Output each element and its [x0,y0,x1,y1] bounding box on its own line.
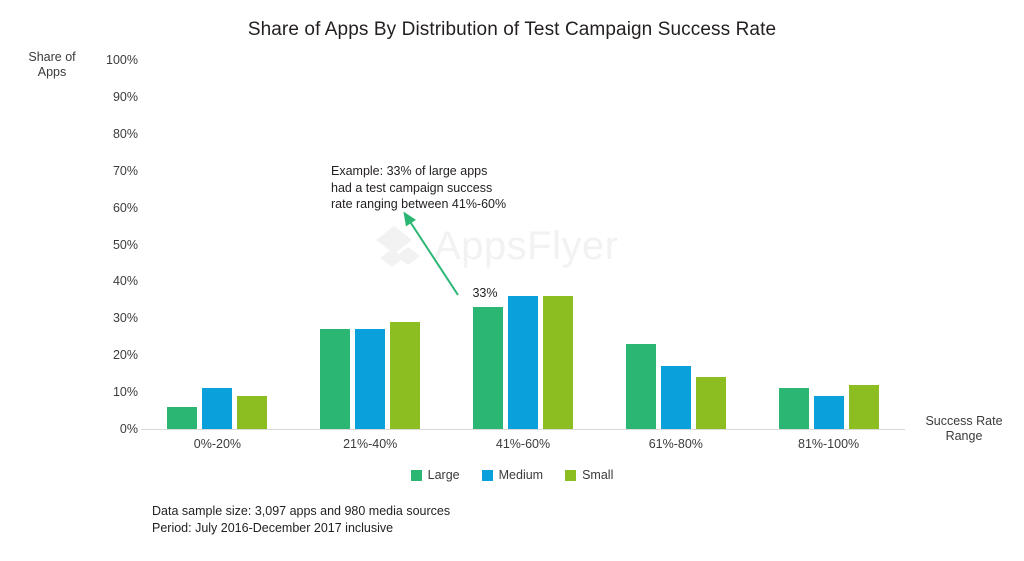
footnote-period: Period: July 2016-December 2017 inclusiv… [152,521,394,535]
y-tick-label: 80% [112,126,138,141]
annotation-line-3: rate ranging between 41%-60% [331,197,507,211]
bar-medium[interactable] [202,388,233,429]
y-tick-label: 10% [112,385,138,400]
y-tick-label: 20% [112,348,138,363]
bar-medium[interactable] [507,296,538,429]
annotation-line-1: Example: 33% of large apps [331,164,488,178]
y-tick-label: 100% [106,53,138,67]
bar-small[interactable] [848,384,879,429]
y-tick-label: 0% [119,422,138,436]
y-tick-label: 70% [112,163,138,178]
x-tick-label: 81%-100% [798,437,860,451]
data-label-large-41-60: 33% [472,286,498,300]
bar-group [294,60,447,429]
bar-group [447,60,600,429]
x-axis-label: Success Rate Range [925,414,1003,443]
y-tick-label: 40% [112,274,138,289]
footnote-sample-size: Data sample size: 3,097 apps and 980 med… [152,504,451,518]
x-tick-label: 21%-40% [343,437,398,451]
bar-large[interactable] [625,344,656,429]
x-tick-label: 61%-80% [648,437,703,451]
chart-page: Share of Apps By Distribution of Test Ca… [0,0,1024,561]
x-tick-label: 0%-20% [193,437,242,451]
y-tick-label: 50% [112,237,138,252]
bar-medium[interactable] [355,329,386,429]
bar-small[interactable] [237,395,268,429]
y-tick-label: 90% [112,89,138,104]
legend-label: Small [582,468,614,482]
page-title: Share of Apps By Distribution of Test Ca… [247,19,777,40]
y-tick-label: 30% [112,311,138,326]
bar-small[interactable] [542,296,573,429]
x-tick-label: 41%-60% [495,437,551,451]
bar-small[interactable] [695,377,726,429]
legend-swatch-icon [410,469,422,481]
legend-swatch-icon [565,469,577,481]
plot-area [141,60,905,429]
legend-label: Large [427,468,460,482]
x-axis-ticks: 0%-20% 21%-40% 41%-60% 61%-80% 81%-100% [141,437,905,459]
legend-swatch-icon [481,469,493,481]
legend-item-small[interactable]: Small [565,468,613,482]
bar-large[interactable] [472,307,503,429]
bar-group [752,60,905,429]
footnotes: Data sample size: 3,097 apps and 980 med… [152,503,450,537]
annotation-text: Example: 33% of large apps had a test ca… [331,163,581,213]
bar-group [141,60,294,429]
legend-item-medium[interactable]: Medium [481,468,544,482]
bar-large[interactable] [167,406,198,429]
bar-large[interactable] [778,388,809,429]
y-tick-label: 60% [112,200,138,215]
bar-small[interactable] [390,322,421,429]
bar-group [599,60,752,429]
y-axis-label: Share of Apps [28,50,76,79]
legend-label: Medium [498,468,544,482]
bar-medium[interactable] [813,395,844,429]
bar-medium[interactable] [660,366,691,429]
legend-item-large[interactable]: Large [410,468,460,482]
x-axis-line [141,429,905,430]
annotation-line-2: had a test campaign success [331,180,493,195]
bar-large[interactable] [320,329,351,429]
legend: Large Medium Small [0,468,1024,482]
